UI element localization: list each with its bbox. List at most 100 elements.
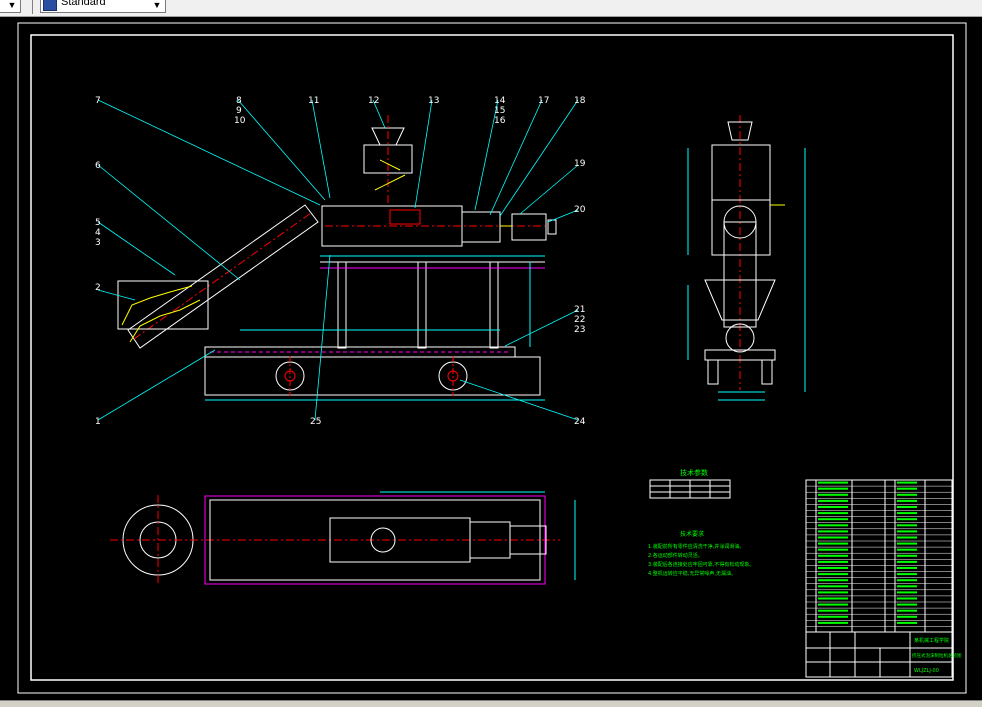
parts-row-text: [897, 512, 917, 515]
parts-row-text: [818, 481, 848, 484]
callout-12: 12: [368, 96, 379, 106]
parts-row-text: [818, 512, 848, 515]
note-3: 3.装配后各连接处应牢固可靠,不得有松动现象。: [648, 561, 754, 568]
parts-row-text: [818, 506, 848, 508]
title-drawing-name: 挤压式泡沫制粒机总装图: [912, 652, 962, 659]
drawing-canvas[interactable]: 7 6 5 4 3 2 1 8 9 10 11 12 13 14 15 16 1…: [0, 17, 982, 700]
parts-row-text: [897, 597, 917, 600]
parts-row-text: [818, 603, 848, 606]
title-drawing-no: WLJZLJ-00: [914, 668, 939, 674]
parts-row-text: [897, 542, 917, 545]
callout-9: 9: [236, 106, 242, 116]
parts-row-text: [897, 585, 917, 588]
text-style-icon: [43, 0, 57, 11]
parts-row-text: [818, 597, 848, 600]
parts-row-text: [818, 621, 848, 624]
callout-1: 1: [95, 417, 101, 427]
callout-5: 5: [95, 218, 101, 228]
callout-20: 20: [574, 205, 586, 215]
parts-row-text: [897, 567, 917, 569]
layer-dropdown[interactable]: ▼: [0, 0, 21, 13]
callout-8: 8: [236, 96, 242, 106]
parts-row-text: [818, 585, 848, 588]
parts-row-text: [818, 530, 848, 533]
top-view: [110, 491, 576, 585]
parts-row-text: [897, 506, 917, 508]
callout-21: 21: [574, 305, 585, 315]
tech-parameter-table: 技术参数: [649, 468, 731, 499]
toolbar-separator: [32, 0, 33, 14]
parts-row-text: [897, 621, 917, 624]
parts-row-text: [818, 487, 848, 490]
parts-row-text: [818, 542, 848, 545]
text-style-dropdown[interactable]: Standard ▼: [40, 0, 166, 13]
parts-row-text: [818, 554, 848, 557]
parts-list: [805, 479, 953, 633]
parts-row-text: [818, 560, 848, 563]
inclined-conveyor: [127, 204, 319, 349]
parts-row-text: [897, 487, 917, 490]
callout-4: 4: [95, 228, 101, 238]
note-2: 2.各运动部件转动灵活。: [648, 552, 703, 559]
note-4: 4.整机运转应平稳,无异常噪声,无漏油。: [648, 570, 736, 577]
parts-row-text: [818, 493, 848, 496]
parts-row-text: [818, 615, 848, 618]
chevron-down-icon[interactable]: ▼: [151, 0, 163, 12]
parts-row-text: [897, 603, 917, 606]
callout-25: 25: [310, 417, 321, 427]
side-view: [687, 115, 806, 401]
callout-13: 13: [428, 96, 439, 106]
callout-23: 23: [574, 325, 585, 335]
parts-row-text: [897, 554, 917, 557]
note-1: 1.装配前所有零件应清洗干净,并涂润滑油。: [648, 543, 744, 550]
parts-row-text: [818, 579, 848, 582]
callout-7: 7: [95, 96, 101, 106]
callout-17: 17: [538, 96, 549, 106]
callout-6: 6: [95, 161, 101, 171]
parts-row-text: [818, 591, 848, 594]
gearbox: [461, 211, 501, 243]
parts-row-text: [897, 591, 917, 594]
parts-row-text: [897, 481, 917, 484]
callout-18: 18: [574, 96, 586, 106]
parts-row-text: [897, 579, 917, 582]
parts-row-text: [818, 499, 848, 502]
callout-19: 19: [574, 159, 586, 169]
parts-row-text: [897, 573, 917, 576]
callout-24: 24: [574, 417, 586, 427]
parts-row-text: [818, 609, 848, 612]
parts-row-text: [897, 493, 917, 496]
base-skirt: [204, 356, 541, 396]
callout-11: 11: [308, 96, 319, 106]
parts-row-text: [818, 536, 848, 539]
callout-2: 2: [95, 283, 101, 293]
parts-row-text: [818, 524, 848, 527]
parts-row-text: [897, 530, 917, 533]
parts-row-text: [897, 524, 917, 527]
callout-14: 14: [494, 96, 506, 106]
table-heading: 技术参数: [680, 468, 708, 477]
elevation-view: [97, 99, 579, 421]
parts-row-text: [818, 573, 848, 576]
parts-row-text: [818, 518, 848, 521]
parts-row-text: [897, 609, 917, 612]
chevron-down-icon[interactable]: ▼: [6, 0, 18, 12]
callout-15: 15: [494, 106, 505, 116]
motor: [511, 213, 547, 241]
parts-row-text: [818, 548, 848, 551]
parts-row-text: [897, 499, 917, 502]
parts-row-text: [897, 548, 917, 551]
title-block: 某机械工程学院 挤压式泡沫制粒机总装图 WLJZLJ-00: [805, 631, 962, 678]
callout-16: 16: [494, 116, 506, 126]
cad-toolbar: ▼ Standard ▼: [0, 0, 982, 17]
technical-notes: 技术要求 1.装配前所有零件应清洗干净,并涂润滑油。 2.各运动部件转动灵活。 …: [648, 530, 754, 577]
cad-drawing: 7 6 5 4 3 2 1 8 9 10 11 12 13 14 15 16 1…: [17, 22, 967, 694]
text-style-value: Standard: [61, 0, 106, 8]
parts-row-text: [897, 518, 917, 521]
parts-row-text: [897, 536, 917, 539]
callout-10: 10: [234, 116, 246, 126]
notes-heading: 技术要求: [680, 530, 704, 538]
parts-row-text: [818, 567, 848, 569]
parts-row-text: [897, 560, 917, 563]
callout-22: 22: [574, 315, 585, 325]
